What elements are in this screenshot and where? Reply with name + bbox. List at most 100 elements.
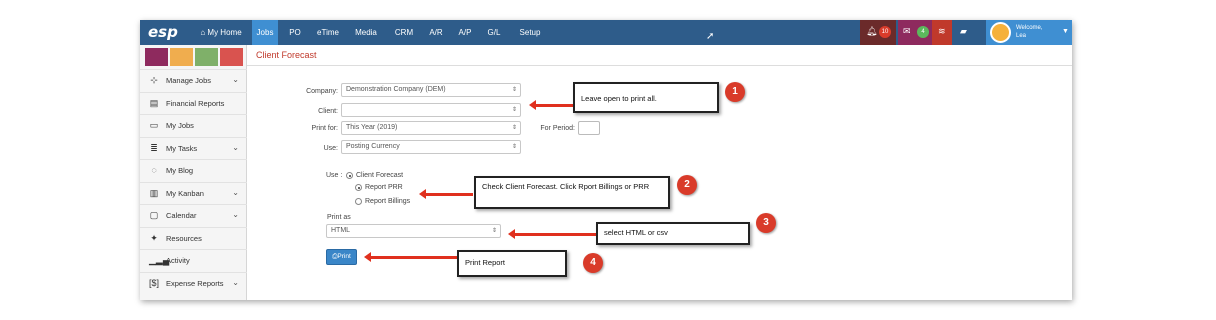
nav-ap[interactable]: A/P [456,20,474,45]
welcome-text: Welcome, Lea [1016,25,1043,39]
user-menu[interactable]: Welcome, Lea ▼ [986,20,1072,45]
sidebar-item-resources[interactable]: ✦ Resources [140,226,247,249]
company-label: Company: [306,88,338,95]
report-icon: ▤ [149,97,159,108]
bell-icon: 🔔︎ [866,26,878,36]
print-as-label: Print as [327,214,351,221]
chevron-down-icon: ⌄ [232,277,239,287]
app-window: esp ⌂ My Home Jobs PO eTime Media CRM A/… [140,20,1072,300]
print-as-select[interactable]: HTML ⇕ [326,224,501,238]
client-select[interactable]: ⇕ [341,103,521,117]
messages-badge: 4 [917,26,929,38]
callout-arrow-4 [364,252,457,262]
print-for-value: This Year (2019) [346,124,398,131]
chevron-down-icon: ⌄ [232,75,239,84]
use-radio-label: Use : [326,172,343,179]
messages-button[interactable]: ✉ 4 [898,20,932,45]
select-arrows-icon: ⇕ [491,228,497,234]
callout-arrow-3 [508,229,596,239]
notifications-button[interactable]: 🔔︎ 10 [860,20,896,45]
nav-po[interactable]: PO [287,20,303,45]
callout-2: Check Client Forecast. Click Rport Billi… [474,176,670,209]
sidebar-item-financial-reports[interactable]: ▤ Financial Reports [140,91,247,114]
sidebar-item-calendar[interactable]: ▢ Calendar ⌄ [140,204,247,226]
page-title: Client Forecast [256,50,317,60]
sidebar-item-label: Expense Reports [166,278,224,288]
print-button[interactable]: ⎙Print [326,249,357,265]
folder-icon: ▭ [149,120,159,130]
sidebar-item-expense-reports[interactable]: [$] Expense Reports ⌄ [140,271,247,294]
select-arrows-icon: ⇕ [511,87,517,93]
kanban-icon: ▥ [149,187,159,198]
sitemap-icon: ⊹ [150,75,158,85]
radio-report-prr[interactable] [355,184,362,191]
nav-media[interactable]: Media [353,20,379,45]
mouse-cursor-icon: ➚ [706,31,715,42]
calendar-icon: ▢ [149,210,159,220]
sidebar-item-label: My Tasks [166,143,198,153]
expense-icon: [$] [149,277,160,288]
nav-crm[interactable]: CRM [392,20,416,45]
callout-number-2: 2 [677,175,697,195]
use-label: Use: [323,145,338,152]
client-forecast-label: Client Forecast [356,172,404,179]
user-name: Lea [1016,33,1027,39]
swatch-orange[interactable] [170,48,193,66]
callout-number-3: 3 [756,213,776,233]
sidebar-item-label: Resources [166,233,202,243]
callout-number-4: 4 [583,253,603,273]
report-billings-label: Report Billings [365,198,411,205]
swatch-green[interactable] [195,48,218,66]
comment-icon: ◌ [151,165,157,175]
print-for-select[interactable]: This Year (2019) ⇕ [341,121,521,135]
nav-my-home[interactable]: ⌂ My Home [198,20,244,45]
avatar [990,22,1011,43]
sidebar-item-label: Manage Jobs [166,76,212,85]
page-title-bar: Client Forecast [247,45,1072,66]
database-button[interactable]: ≋ [932,20,952,45]
activity-icon: ▁▂▄ [149,255,170,265]
for-period-input[interactable] [578,121,600,135]
nav-jobs[interactable]: Jobs [252,20,278,45]
select-arrows-icon: ⇕ [511,125,517,131]
sidebar-item-my-tasks[interactable]: ≣ My Tasks ⌄ [140,136,247,159]
top-nav: esp ⌂ My Home Jobs PO eTime Media CRM A/… [140,20,1072,45]
sidebar-item-activity[interactable]: ▁▂▄ Activity [140,249,247,271]
sidebar-item-my-jobs[interactable]: ▭ My Jobs [140,114,247,136]
users-icon: ✦ [150,232,158,243]
sidebar-item-label: My Jobs [166,121,194,130]
callout-1: Leave open to print all. [573,82,719,113]
print-as-value: HTML [331,227,351,234]
client-label: Client: [318,108,338,115]
nav-ar[interactable]: A/R [427,20,445,45]
chevron-down-icon: ⌄ [232,142,239,152]
sidebar-item-manage-jobs[interactable]: ⊹ Manage Jobs ⌄ [140,69,247,91]
sidebar-item-label: My Blog [166,166,194,175]
report-prr-label: Report PRR [365,184,403,191]
chevron-down-icon: ▼ [1062,28,1069,35]
app-logo[interactable]: esp [148,23,178,41]
for-period-label: For Period: [540,125,575,132]
sidebar-item-my-blog[interactable]: ◌ My Blog [140,159,247,181]
book-button[interactable]: ▰ [954,20,976,45]
radio-client-forecast[interactable] [346,172,353,179]
sidebar-item-my-kanban[interactable]: ▥ My Kanban ⌄ [140,181,247,204]
sidebar-item-label: Calendar [166,211,197,220]
company-select[interactable]: Demonstration Company (DEM) ⇕ [341,83,521,97]
callout-arrow-1 [529,100,573,110]
swatch-purple[interactable] [145,48,168,66]
nav-gl[interactable]: G/L [485,20,503,45]
use-select[interactable]: Posting Currency ⇕ [341,140,521,154]
callout-4: Print Report [457,250,567,277]
callout-3: select HTML or csv [596,222,750,245]
envelope-icon: ✉ [903,26,911,36]
swatch-red[interactable] [220,48,243,66]
select-arrows-icon: ⇕ [511,107,517,113]
select-arrows-icon: ⇕ [511,144,517,150]
nav-setup[interactable]: Setup [516,20,544,45]
nav-etime[interactable]: eTime [314,20,342,45]
radio-report-billings[interactable] [355,198,362,205]
color-swatches [145,48,243,66]
print-for-label: Print for: [311,125,338,132]
database-icon: ≋ [938,26,946,36]
